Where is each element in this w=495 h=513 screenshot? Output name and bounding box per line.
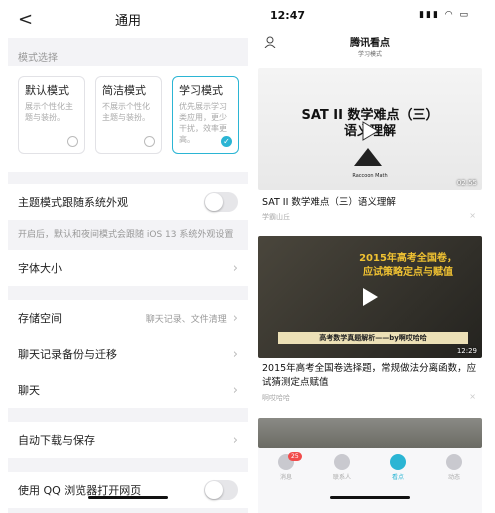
raccoon-logo-icon [354, 148, 382, 166]
video-source: 啊哎哈哈 [262, 394, 290, 402]
feed-panel: 12:47 ▮▮▮ ◠ ▭ 腾讯看点 学习模式 SAT II 数学难点（三） 语… [258, 0, 482, 513]
status-bar: 12:47 ▮▮▮ ◠ ▭ [258, 0, 482, 30]
auto-download-row[interactable]: 自动下载与保存 › [8, 422, 248, 458]
signal-wifi-battery-icon: ▮▮▮ ◠ ▭ [419, 10, 470, 20]
close-icon[interactable]: × [469, 211, 476, 220]
tab-contacts[interactable]: 联系人 [322, 454, 362, 513]
mode-desc: 展示个性化主题与装扮。 [25, 102, 73, 122]
play-icon[interactable] [358, 286, 380, 308]
video-banner: 高考数学真题解析——by啊哎哈哈 [278, 332, 468, 344]
mode-subtitle: 学习模式 [357, 51, 382, 58]
chat-label: 聊天 [18, 384, 40, 397]
mode-card-study[interactable]: 学习模式 优先展示学习类应用，更少干扰，效率更高。 ✓ [172, 76, 239, 154]
mode-section-label: 模式选择 [18, 53, 58, 64]
backup-row[interactable]: 聊天记录备份与迁移 › [8, 336, 248, 372]
video-title-overlay: 2015年高考全国卷， 应试策略定点与赋值 [359, 253, 457, 278]
tab-feed[interactable]: 动态 [434, 454, 474, 513]
feed-header: 腾讯看点 学习模式 [258, 30, 482, 64]
settings-header: < 通用 [8, 0, 248, 38]
theme-note: 开启后，默认和夜间模式会跟随 iOS 13 系统外观设置 [18, 230, 234, 240]
tab-kandian[interactable]: 看点 [378, 454, 418, 513]
app-logo: 腾讯看点 [350, 38, 390, 49]
video-caption[interactable]: 2015年高考全国卷选择题，常规做法分离函数，应试猜测定点赋值 [262, 362, 478, 390]
star-icon [446, 454, 462, 470]
chat-row[interactable]: 聊天 › [8, 372, 248, 408]
chevron-right-icon: › [232, 432, 238, 448]
theme-follow-label: 主题模式跟随系统外观 [18, 196, 128, 209]
mode-name: 学习模式 [179, 84, 223, 97]
mode-card-default[interactable]: 默认模式 展示个性化主题与装扮。 [18, 76, 85, 154]
chevron-right-icon: › [232, 310, 238, 326]
video-source: 学霸山丘 [262, 213, 290, 221]
radio-icon[interactable] [67, 136, 78, 147]
video-duration: 02:55 [456, 179, 477, 187]
font-size-label: 字体大小 [18, 262, 62, 275]
close-icon[interactable]: × [469, 392, 476, 401]
page-title: 通用 [114, 13, 141, 29]
qq-browser-toggle[interactable] [204, 480, 238, 500]
chevron-right-icon: › [232, 382, 238, 398]
auto-download-label: 自动下载与保存 [18, 434, 95, 447]
home-indicator [330, 496, 410, 499]
storage-value: 聊天记录、文件清理 [145, 314, 227, 325]
mode-card-simple[interactable]: 简洁模式 不展示个性化主题与装扮。 [95, 76, 162, 154]
video-caption[interactable]: SAT II 数学难点（三）语义理解 [262, 196, 478, 210]
mode-name: 简洁模式 [102, 84, 146, 97]
storage-row[interactable]: 存储空间 聊天记录、文件清理 › [8, 300, 248, 336]
video-duration: 12:29 [456, 347, 477, 355]
radio-icon[interactable] [144, 136, 155, 147]
toggle-knob [205, 481, 223, 499]
mode-name: 默认模式 [25, 84, 69, 97]
user-icon[interactable] [264, 36, 276, 51]
video-thumbnail[interactable]: 2015年高考全国卷， 应试策略定点与赋值 高考数学真题解析——by啊哎哈哈 1… [258, 236, 482, 358]
mode-selector: 默认模式 展示个性化主题与装扮。 简洁模式 不展示个性化主题与装扮。 学习模式 … [8, 66, 248, 172]
unread-badge: 25 [288, 452, 302, 461]
status-time: 12:47 [270, 8, 306, 22]
qq-browser-row: 使用 QQ 浏览器打开网页 [8, 472, 248, 508]
theme-follow-toggle[interactable] [204, 192, 238, 212]
storage-label: 存储空间 [18, 312, 62, 325]
chevron-right-icon: › [232, 346, 238, 362]
check-icon[interactable]: ✓ [221, 136, 232, 147]
toggle-knob [205, 193, 223, 211]
home-indicator [88, 496, 168, 499]
back-icon[interactable]: < [18, 9, 33, 30]
video-thumbnail[interactable] [258, 418, 482, 448]
settings-panel: < 通用 模式选择 默认模式 展示个性化主题与装扮。 简洁模式 不展示个性化主题… [8, 0, 248, 513]
contacts-icon [334, 454, 350, 470]
chevron-right-icon: › [232, 260, 238, 276]
brand-label: Raccoon Math [352, 173, 388, 179]
font-size-row[interactable]: 字体大小 › [8, 250, 248, 286]
theme-follow-row: 主题模式跟随系统外观 [8, 184, 248, 220]
mode-desc: 不展示个性化主题与装扮。 [102, 102, 150, 122]
eye-icon [390, 454, 406, 470]
backup-label: 聊天记录备份与迁移 [18, 348, 117, 361]
play-icon[interactable] [358, 120, 380, 142]
video-thumbnail[interactable]: SAT II 数学难点（三） 语义理解 Raccoon Math 02:55 [258, 68, 482, 190]
bottom-tab-bar: 25 消息 联系人 看点 动态 [258, 448, 482, 513]
tab-messages[interactable]: 25 消息 [266, 452, 306, 513]
